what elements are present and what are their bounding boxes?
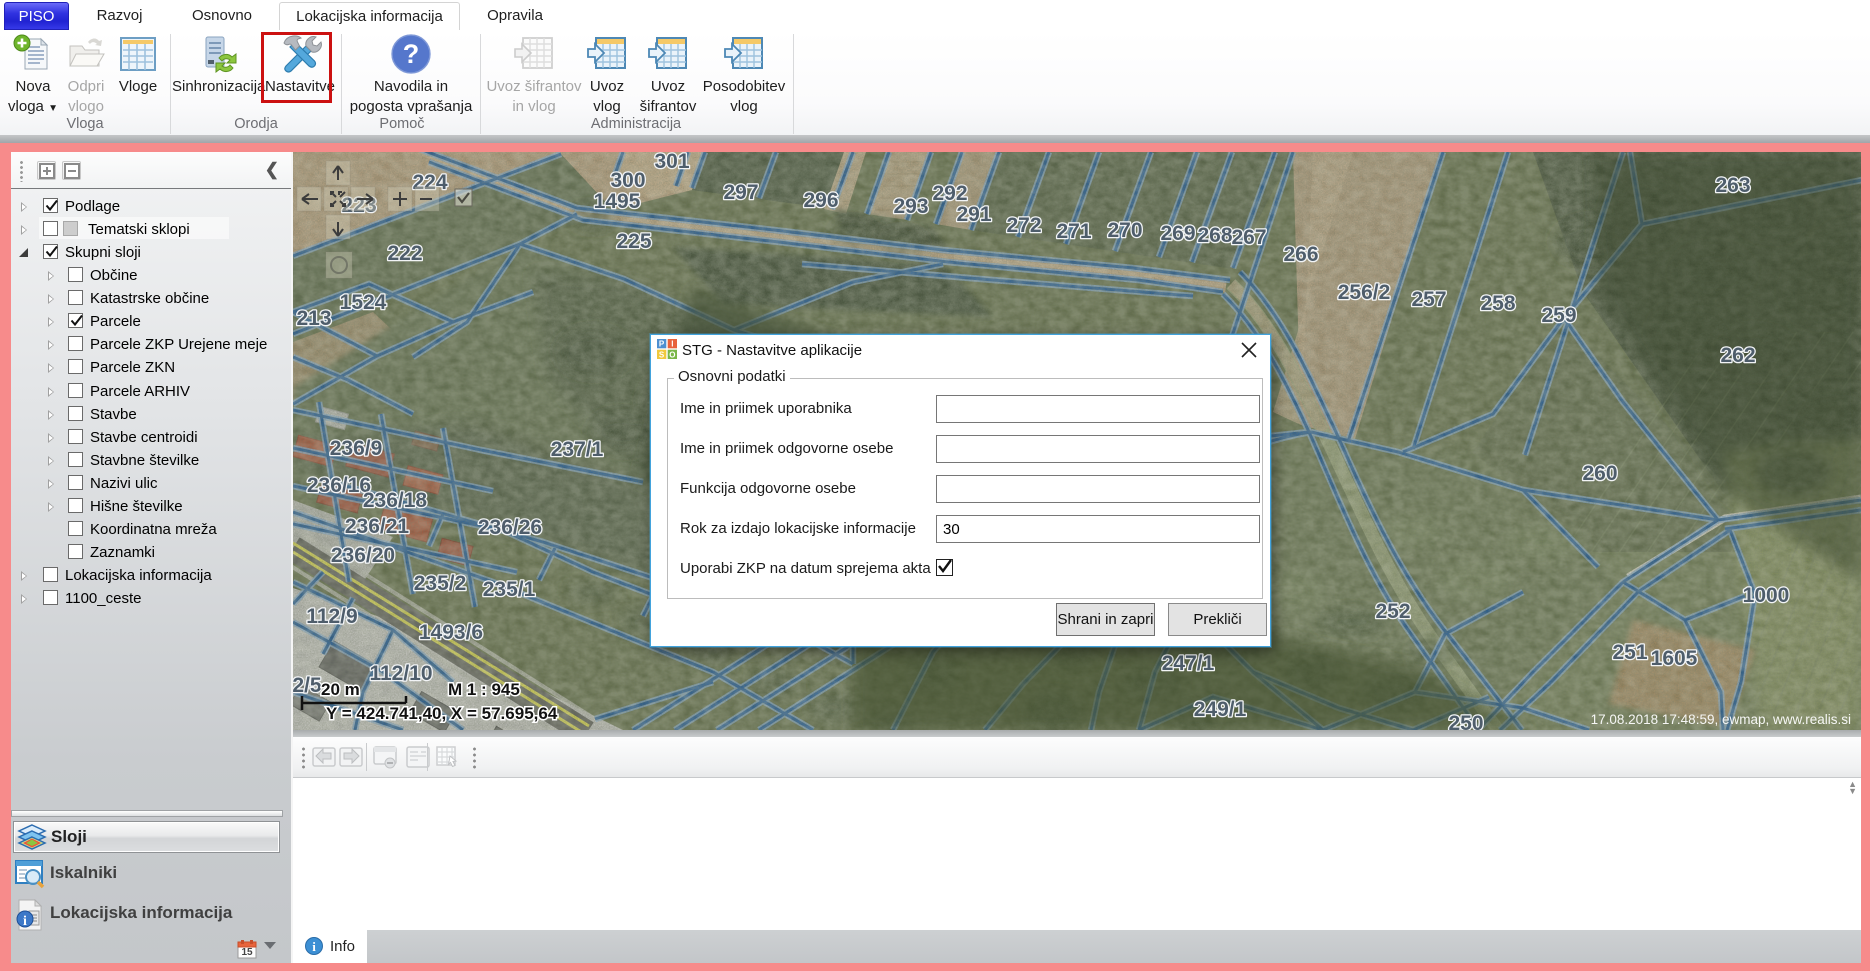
svg-text:252: 252 xyxy=(1375,600,1410,623)
svg-text:1000: 1000 xyxy=(1743,584,1790,607)
svg-text:301: 301 xyxy=(654,152,689,173)
svg-text:300: 300 xyxy=(610,169,645,192)
svg-text:1524: 1524 xyxy=(340,291,387,314)
svg-text:M 1 : 945: M 1 : 945 xyxy=(448,680,520,699)
svg-text:I: I xyxy=(671,340,673,349)
svg-text:222: 222 xyxy=(387,242,422,265)
svg-text:270: 270 xyxy=(1107,219,1142,242)
svg-text:i: i xyxy=(312,939,316,954)
svg-text:1495: 1495 xyxy=(594,190,641,213)
svg-text:247/1: 247/1 xyxy=(1162,652,1215,675)
svg-text:236/9: 236/9 xyxy=(330,437,383,460)
svg-text:256/2: 256/2 xyxy=(1338,281,1391,304)
svg-text:269: 269 xyxy=(1160,222,1195,245)
svg-text:267: 267 xyxy=(1231,226,1266,249)
svg-text:236/18: 236/18 xyxy=(363,489,428,512)
svg-text:296: 296 xyxy=(803,189,838,212)
svg-text:262: 262 xyxy=(1720,344,1755,367)
svg-text:O: O xyxy=(669,350,675,359)
svg-text:P: P xyxy=(659,340,665,349)
svg-text:i: i xyxy=(23,914,27,929)
svg-text:250: 250 xyxy=(1448,712,1483,730)
svg-text:257: 257 xyxy=(1411,288,1446,311)
svg-text:258: 258 xyxy=(1480,292,1515,315)
svg-text:112/10: 112/10 xyxy=(369,662,432,685)
svg-text:271: 271 xyxy=(1056,220,1091,243)
svg-text:259: 259 xyxy=(1541,304,1576,327)
svg-text:251: 251 xyxy=(1612,641,1647,664)
svg-text:291: 291 xyxy=(956,203,991,226)
svg-text:235/1: 235/1 xyxy=(483,578,536,601)
svg-text:266: 266 xyxy=(1283,243,1318,266)
svg-text:213: 213 xyxy=(296,307,331,330)
svg-text:S: S xyxy=(659,350,665,359)
svg-text:263: 263 xyxy=(1715,174,1750,197)
svg-text:2/5: 2/5 xyxy=(293,674,322,697)
svg-text:15: 15 xyxy=(241,947,253,958)
svg-text:Y = 424.741,40, X = 57.695,64: Y = 424.741,40, X = 57.695,64 xyxy=(326,704,558,723)
svg-text:249/1: 249/1 xyxy=(1194,698,1247,721)
svg-text:1605: 1605 xyxy=(1651,647,1698,670)
svg-text:236/20: 236/20 xyxy=(331,544,395,567)
svg-text:236/21: 236/21 xyxy=(345,515,410,538)
svg-text:225: 225 xyxy=(616,230,651,253)
svg-text:297: 297 xyxy=(723,181,758,204)
svg-text:292: 292 xyxy=(932,182,967,205)
svg-text:260: 260 xyxy=(1582,462,1617,485)
svg-text:237/1: 237/1 xyxy=(551,438,604,461)
svg-text:112/9: 112/9 xyxy=(306,605,357,628)
svg-text:236/26: 236/26 xyxy=(478,516,542,539)
svg-text:1493/6: 1493/6 xyxy=(419,621,483,644)
svg-text:272: 272 xyxy=(1006,214,1041,237)
svg-text:17.08.2018 17:48:59, ewmap, ww: 17.08.2018 17:48:59, ewmap, www.realis.s… xyxy=(1591,712,1851,727)
svg-text:?: ? xyxy=(403,39,420,69)
svg-text:20 m: 20 m xyxy=(321,680,360,699)
svg-text:235/2: 235/2 xyxy=(414,572,467,595)
svg-text:293: 293 xyxy=(893,195,928,218)
svg-text:268: 268 xyxy=(1197,224,1232,247)
svg-text:236/16: 236/16 xyxy=(307,474,371,497)
